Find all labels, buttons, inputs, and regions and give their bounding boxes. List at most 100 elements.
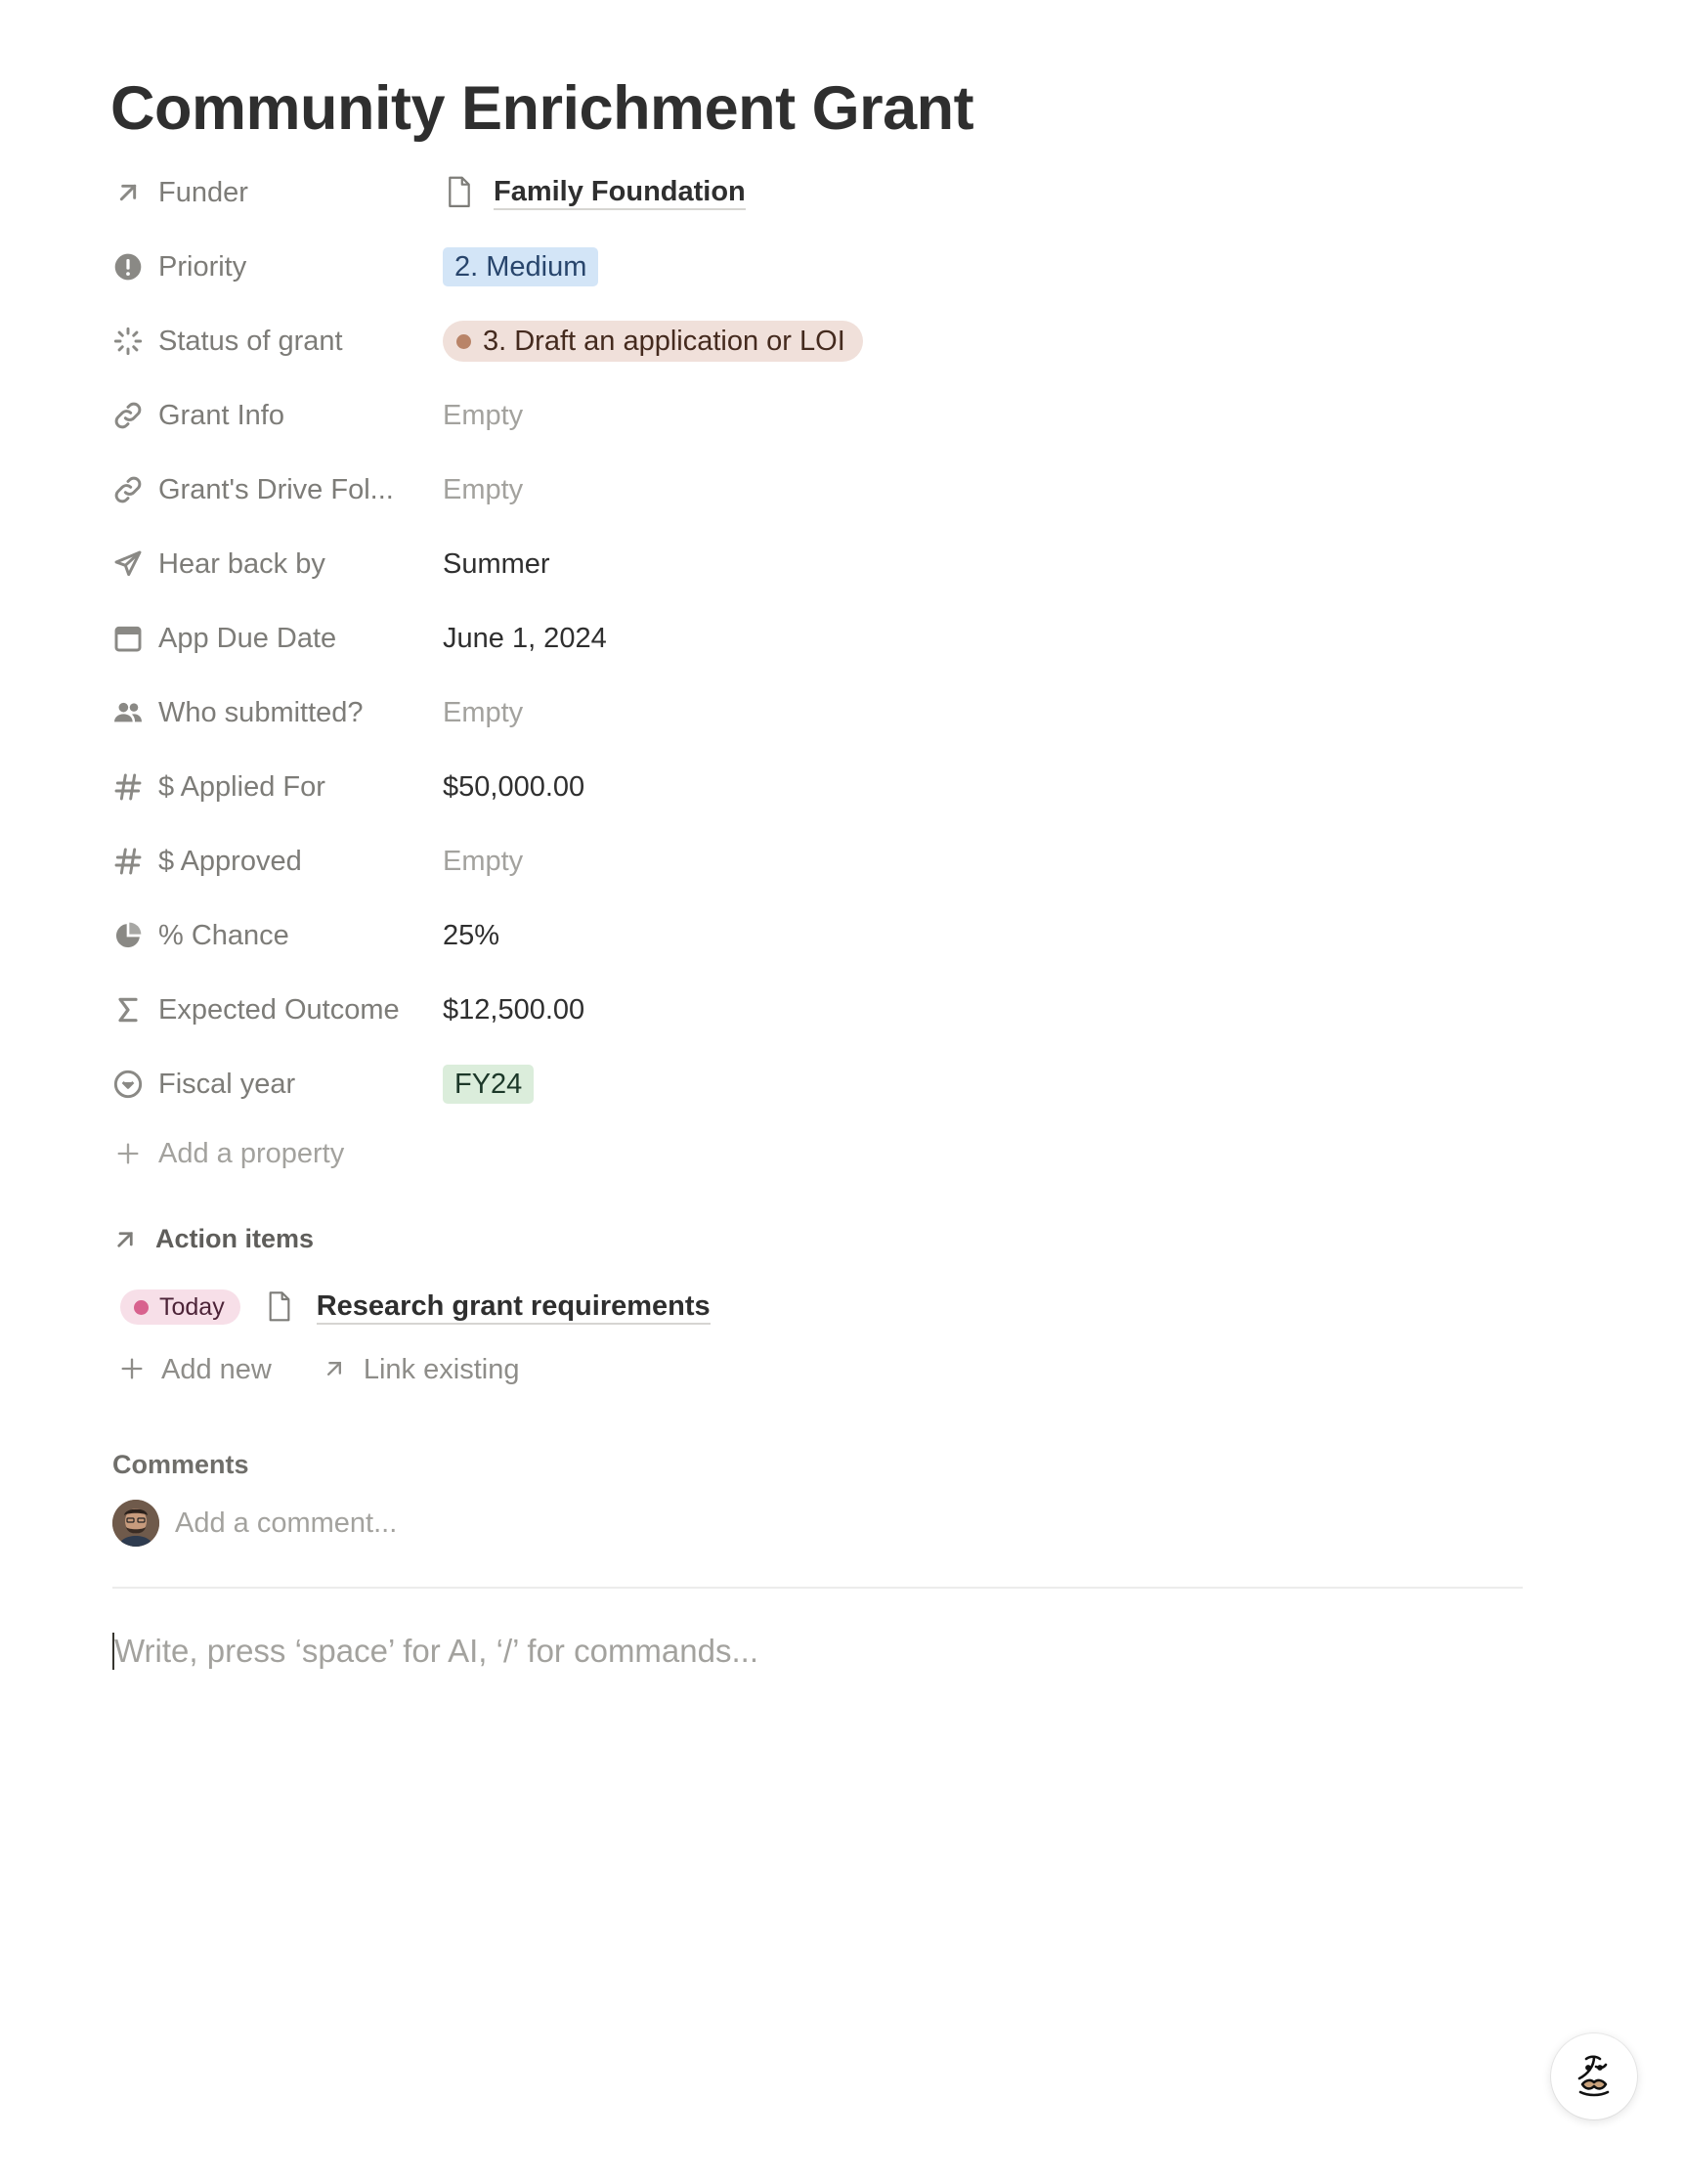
property-row-approved: $ Approved Empty <box>110 824 1537 898</box>
property-label: Grant's Drive Fol... <box>158 473 394 505</box>
property-label: Status of grant <box>158 325 343 357</box>
property-name-grant-info[interactable]: Grant Info <box>110 378 433 453</box>
property-row-funder: Funder Family Foundation <box>110 155 1537 230</box>
funder-name: Family Foundation <box>494 175 746 210</box>
property-name-drive-folder[interactable]: Grant's Drive Fol... <box>110 453 433 527</box>
property-name-who-submitted[interactable]: Who submitted? <box>110 676 433 750</box>
arrow-up-right-icon <box>321 1355 350 1384</box>
property-row-status: Status of grant 3. Draft an application … <box>110 304 1537 378</box>
add-new-label: Add new <box>161 1353 272 1385</box>
property-label: Funder <box>158 176 248 208</box>
property-name-fiscal-year[interactable]: Fiscal year <box>110 1047 433 1121</box>
property-label: % Chance <box>158 919 289 951</box>
paper-plane-icon <box>110 546 146 582</box>
status-text: 3. Draft an application or LOI <box>483 325 845 357</box>
property-name-status[interactable]: Status of grant <box>110 304 433 378</box>
page-icon <box>264 1289 295 1325</box>
calendar-icon <box>110 621 146 656</box>
add-property-button[interactable]: Add a property <box>110 1124 344 1183</box>
add-property-label: Add a property <box>158 1137 345 1169</box>
comment-input[interactable] <box>175 1507 1055 1540</box>
property-name-priority[interactable]: Priority <box>110 230 433 304</box>
comments-label: Comments <box>112 1450 249 1479</box>
notion-face-icon <box>1565 2045 1623 2109</box>
comment-composer <box>112 1499 1055 1548</box>
property-row-due-date: App Due Date June 1, 2024 <box>110 601 1537 676</box>
due-label: Today <box>159 1292 225 1321</box>
avatar <box>112 1500 159 1547</box>
property-label: Grant Info <box>158 399 284 431</box>
property-name-approved[interactable]: $ Approved <box>110 824 433 898</box>
property-row-hear-back: Hear back by Summer <box>110 527 1537 601</box>
property-label: Priority <box>158 250 247 283</box>
property-value-expected-outcome[interactable]: $12,500.00 <box>443 973 584 1047</box>
properties-list: Funder Family Foundation Priority 2. Med… <box>110 155 1537 1121</box>
property-label: Who submitted? <box>158 696 364 728</box>
action-items-heading[interactable]: Action items <box>110 1224 314 1254</box>
property-label: $ Applied For <box>158 770 325 803</box>
property-value-approved[interactable]: Empty <box>443 824 523 898</box>
hash-icon <box>110 769 146 805</box>
link-icon <box>110 472 146 507</box>
link-existing-label: Link existing <box>363 1353 520 1385</box>
status-pill: 3. Draft an application or LOI <box>443 321 863 362</box>
status-spinner-icon <box>110 324 146 359</box>
notion-ai-button[interactable] <box>1551 2033 1637 2119</box>
hash-icon <box>110 844 146 879</box>
plus-icon <box>118 1355 148 1384</box>
property-value-applied-for[interactable]: $50,000.00 <box>443 750 584 824</box>
people-icon <box>110 695 146 730</box>
property-label: Hear back by <box>158 547 325 580</box>
sigma-icon <box>110 992 146 1027</box>
property-value-priority[interactable]: 2. Medium <box>443 230 599 304</box>
property-row-priority: Priority 2. Medium <box>110 230 1537 304</box>
property-row-drive-folder: Grant's Drive Fol... Empty <box>110 453 1537 527</box>
property-row-applied-for: $ Applied For $50,000.00 <box>110 750 1537 824</box>
plus-icon <box>110 1136 146 1171</box>
pie-chart-icon <box>110 918 146 953</box>
property-value-drive-folder[interactable]: Empty <box>443 453 523 527</box>
property-label: Fiscal year <box>158 1068 296 1100</box>
action-item-title[interactable]: Research grant requirements <box>316 1289 711 1325</box>
today-dot <box>134 1299 149 1315</box>
property-row-who-submitted: Who submitted? Empty <box>110 676 1537 750</box>
property-name-expected-outcome[interactable]: Expected Outcome <box>110 973 433 1047</box>
funder-relation-link[interactable]: Family Foundation <box>443 175 746 210</box>
status-dot <box>456 333 471 349</box>
divider <box>112 1587 1523 1589</box>
property-row-grant-info: Grant Info Empty <box>110 378 1537 453</box>
link-icon <box>110 398 146 433</box>
property-value-due-date[interactable]: June 1, 2024 <box>443 601 607 676</box>
select-circle-icon <box>110 1067 146 1102</box>
relation-arrow-icon <box>110 1225 140 1254</box>
property-value-hear-back[interactable]: Summer <box>443 527 550 601</box>
property-row-fiscal-year: Fiscal year FY24 <box>110 1047 1537 1121</box>
property-label: $ Approved <box>158 845 302 877</box>
action-items-label: Action items <box>155 1224 315 1253</box>
property-value-grant-info[interactable]: Empty <box>443 378 523 453</box>
property-value-status[interactable]: 3. Draft an application or LOI <box>443 304 863 378</box>
property-name-due-date[interactable]: App Due Date <box>110 601 433 676</box>
fiscal-year-tag: FY24 <box>443 1065 535 1104</box>
property-value-who-submitted[interactable]: Empty <box>443 676 523 750</box>
link-existing-button[interactable]: Link existing <box>321 1353 520 1386</box>
add-new-button[interactable]: Add new <box>118 1354 272 1386</box>
due-today-badge: Today <box>120 1289 240 1325</box>
page-icon <box>443 175 476 210</box>
property-value-fiscal-year[interactable]: FY24 <box>443 1047 535 1121</box>
exclamation-circle-icon <box>110 249 146 284</box>
property-row-expected-outcome: Expected Outcome $12,500.00 <box>110 973 1537 1047</box>
property-name-chance[interactable]: % Chance <box>110 898 433 973</box>
property-value-chance[interactable]: 25% <box>443 898 499 973</box>
property-name-hear-back[interactable]: Hear back by <box>110 527 433 601</box>
page-title[interactable]: Community Enrichment Grant <box>110 70 974 147</box>
property-row-chance: % Chance 25% <box>110 898 1537 973</box>
property-name-funder[interactable]: Funder <box>110 155 433 230</box>
editor-placeholder: Write, press ‘space’ for AI, ‘/’ for com… <box>114 1633 758 1669</box>
property-name-applied-for[interactable]: $ Applied For <box>110 750 433 824</box>
property-value-funder[interactable]: Family Foundation <box>443 155 746 230</box>
page-body-editor[interactable]: Write, press ‘space’ for AI, ‘/’ for com… <box>112 1629 758 1674</box>
property-label: Expected Outcome <box>158 993 400 1026</box>
priority-tag: 2. Medium <box>443 247 599 286</box>
action-item-row[interactable]: Today Research grant requirements <box>120 1284 711 1331</box>
